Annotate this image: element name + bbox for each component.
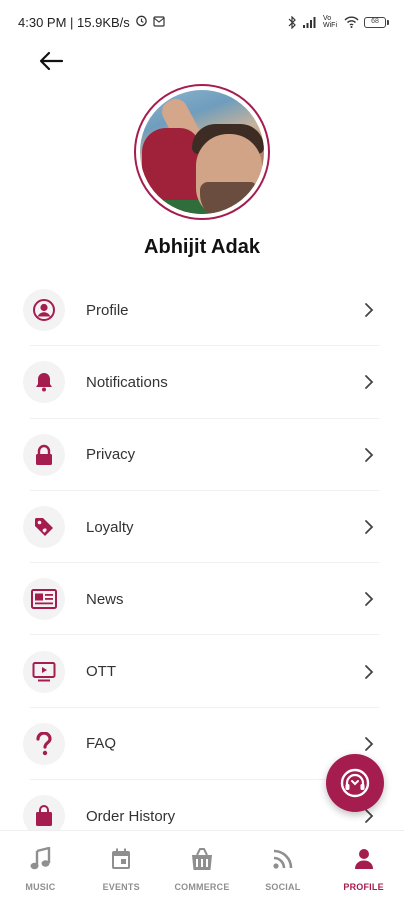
nav-item-music[interactable]: MUSIC (0, 831, 81, 901)
tv-play-icon (23, 650, 65, 693)
menu-item-label: News (86, 590, 124, 608)
nav-label: COMMERCE (174, 882, 230, 892)
status-time: 4:30 PM | 15.9KB/s (18, 14, 130, 30)
status-bar: 4:30 PM | 15.9KB/s Vo WiFi 68 (0, 0, 404, 44)
bell-icon (23, 361, 65, 404)
question-mark-icon (23, 722, 65, 765)
chevron-right-icon (365, 375, 374, 390)
signal-icon (302, 16, 318, 28)
nav-item-commerce[interactable]: COMMERCE (162, 831, 243, 901)
support-headset-icon (340, 768, 370, 798)
vowifi-label: Vo WiFi (323, 15, 337, 29)
menu-item-loyalty[interactable]: Loyalty (0, 491, 404, 564)
tag-icon (23, 506, 65, 549)
avatar[interactable] (134, 84, 270, 220)
wifi-icon (344, 16, 359, 28)
calendar-icon (112, 848, 131, 869)
bottom-navigation: MUSIC EVENTS COMMERCE SOCIAL PROFILE (0, 830, 404, 901)
nav-label: EVENTS (102, 882, 140, 892)
nav-label: PROFILE (343, 882, 384, 892)
menu-item-label: Order History (86, 807, 176, 825)
user-name: Abhijit Adak (144, 236, 260, 258)
bluetooth-icon (287, 15, 297, 29)
menu-item-label: Loyalty (86, 518, 134, 536)
menu-item-label: Profile (86, 301, 129, 319)
nav-label: SOCIAL (265, 882, 301, 892)
menu-item-privacy[interactable]: Privacy (0, 419, 404, 491)
newspaper-icon (23, 578, 65, 621)
person-icon (354, 849, 373, 869)
battery-icon: 68 (364, 16, 389, 28)
nav-item-profile[interactable]: PROFILE (323, 831, 404, 901)
avatar-photo (140, 90, 264, 214)
back-button[interactable] (36, 48, 66, 74)
support-chat-button[interactable] (326, 754, 384, 812)
user-circle-icon (23, 289, 65, 332)
nav-label: MUSIC (25, 882, 56, 892)
menu-item-label: Privacy (86, 446, 136, 464)
chevron-right-icon (365, 664, 374, 679)
arrow-left-icon (39, 51, 64, 71)
nav-item-social[interactable]: SOCIAL (242, 831, 323, 901)
nav-item-events[interactable]: EVENTS (81, 831, 162, 901)
menu-item-ott[interactable]: OTT (0, 635, 404, 708)
chevron-right-icon (365, 809, 374, 824)
chevron-right-icon (365, 520, 374, 534)
status-left: 4:30 PM | 15.9KB/s (18, 14, 165, 30)
status-right: Vo WiFi 68 (287, 15, 389, 29)
menu-item-notifications[interactable]: Notifications (0, 346, 404, 419)
chevron-right-icon (365, 737, 374, 751)
lock-icon (23, 433, 65, 476)
chevron-right-icon (365, 592, 374, 607)
mail-icon (153, 15, 165, 30)
menu-item-news[interactable]: News (0, 563, 404, 636)
menu-item-profile[interactable]: Profile (0, 274, 404, 347)
menu-item-label: OTT (86, 663, 116, 681)
music-note-icon (30, 847, 51, 870)
storefront-icon (191, 848, 212, 870)
menu-item-label: FAQ (86, 735, 117, 753)
menu-item-label: Notifications (86, 373, 168, 391)
alarm-icon (135, 14, 148, 30)
chevron-right-icon (365, 303, 374, 318)
chevron-right-icon (365, 447, 374, 462)
rss-icon (273, 849, 293, 869)
